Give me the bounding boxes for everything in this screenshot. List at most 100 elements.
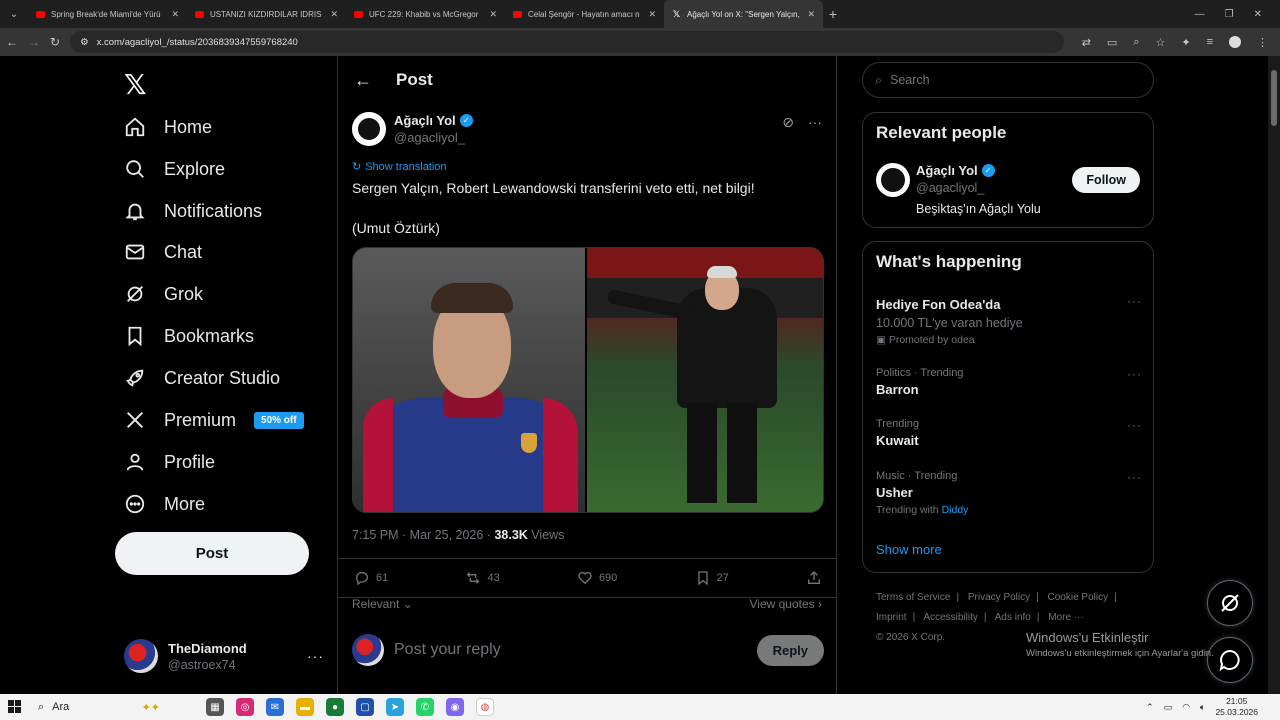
instagram-icon[interactable]: ◎ [236, 698, 254, 716]
show-translation-link[interactable]: ↻ Show translation [352, 160, 447, 174]
post-button[interactable]: Post [115, 532, 309, 575]
outlook-icon[interactable]: ✉ [266, 698, 284, 716]
profile-avatar[interactable] [1229, 36, 1241, 48]
whatsapp-icon[interactable]: ✆ [416, 698, 434, 716]
messages-floating-button[interactable] [1207, 637, 1253, 683]
back-arrow-icon[interactable]: ← [354, 70, 372, 91]
reply-button[interactable]: Reply [756, 634, 824, 666]
app-icon[interactable]: ▢ [356, 698, 374, 716]
person-name-row[interactable]: Ağaçlı Yol ✓ [916, 163, 995, 178]
reading-list-icon[interactable]: ≡ [1207, 36, 1213, 48]
cast-icon[interactable]: ▭ [1107, 36, 1117, 49]
like-action[interactable]: 690 [577, 570, 617, 586]
browser-tab-active[interactable]: 𝕏 Ağaçlı Yol on X: "Sergen Yalçın, ✕ [664, 0, 823, 28]
avatar[interactable] [876, 163, 910, 197]
browser-tab[interactable]: USTANIZI KIZDIRDILAR IDRIS U ✕ [187, 0, 346, 28]
close-tab-icon[interactable]: ✕ [648, 9, 656, 20]
telegram-icon[interactable]: ➤ [386, 698, 404, 716]
more-icon[interactable]: ··· [1127, 418, 1142, 432]
trend-item[interactable]: Politics · Trending Barron ··· [876, 367, 1142, 397]
browser-tab[interactable]: UFC 229: Khabib vs McGregor ✕ [346, 0, 505, 28]
new-tab-button[interactable]: + [823, 6, 843, 22]
author-name-row[interactable]: Ağaçlı Yol ✓ [394, 113, 473, 128]
task-view-icon[interactable]: ▦ [206, 698, 224, 716]
bookmark-action[interactable]: 27 [695, 570, 729, 586]
reply-action[interactable]: 61 [354, 570, 388, 586]
volume-icon[interactable]: 🔈︎ [1200, 702, 1205, 713]
chevron-up-icon[interactable]: ⌃ [1146, 702, 1154, 713]
close-tab-icon[interactable]: ✕ [807, 9, 815, 20]
follow-button[interactable]: Follow [1072, 167, 1140, 193]
taskbar-search[interactable]: ⌕ Ara ✦✦ [30, 697, 160, 717]
star-icon[interactable]: ☆ [1155, 36, 1165, 49]
footer-link[interactable]: Imprint [876, 612, 907, 623]
nav-item-profile[interactable]: Profile [124, 447, 215, 477]
reply-sort-dropdown[interactable]: Relevant ⌄ [352, 597, 413, 611]
grok-icon[interactable]: ⊘ [782, 114, 794, 131]
post-author[interactable]: Ağaçlı Yol ✓ @agacliyol_ [352, 112, 473, 146]
translate-icon[interactable]: ⇄ [1082, 36, 1091, 49]
url-field[interactable]: ⚙ x.com/agacliyol_/status/20368393475597… [70, 31, 1064, 53]
browser-tab[interactable]: Spring Break'de Miami'de Yürü ✕ [28, 0, 187, 28]
more-icon[interactable]: ··· [1127, 367, 1142, 381]
nav-item-more[interactable]: More [124, 489, 205, 519]
reload-icon[interactable]: ↻ [50, 35, 60, 49]
footer-link[interactable]: Accessibility [923, 612, 977, 623]
trending-with-link[interactable]: Diddy [942, 504, 969, 516]
view-quotes-link[interactable]: View quotes › [750, 597, 823, 611]
nav-item-premium[interactable]: Premium 50% off [124, 405, 304, 435]
nav-item-explore[interactable]: Explore [124, 154, 225, 184]
trend-item[interactable]: Music · Trending Usher Trending with Did… [876, 470, 1142, 516]
minimize-icon[interactable]: — [1195, 9, 1205, 20]
close-window-icon[interactable]: ✕ [1254, 9, 1262, 20]
account-switcher[interactable]: TheDiamond @astroex74 ··· [124, 636, 324, 676]
share-action[interactable] [806, 570, 822, 586]
footer-link[interactable]: Ads info [995, 612, 1031, 623]
tab-search-icon[interactable]: ⌄ [0, 0, 28, 28]
more-icon[interactable]: ··· [808, 114, 822, 131]
search-input[interactable]: ⌕ Search [862, 62, 1154, 98]
show-more-link[interactable]: Show more [876, 542, 942, 557]
grok-floating-button[interactable] [1207, 580, 1253, 626]
back-icon[interactable]: ← [6, 35, 18, 49]
extensions-icon[interactable]: ✦ [1181, 36, 1190, 49]
reply-input[interactable]: Post your reply [392, 641, 749, 659]
avatar[interactable] [352, 112, 386, 146]
photo-sergen-yalcin[interactable] [587, 248, 823, 512]
footer-link[interactable]: More ··· [1048, 612, 1084, 623]
wifi-icon[interactable]: ◠ [1182, 702, 1190, 713]
zoom-icon[interactable]: ⌕ [1133, 36, 1139, 49]
site-info-icon[interactable]: ⚙ [80, 37, 89, 48]
nav-item-bookmarks[interactable]: Bookmarks [124, 321, 254, 351]
nav-item-notifications[interactable]: Notifications [124, 196, 262, 226]
repost-action[interactable]: 43 [465, 570, 500, 586]
chrome-icon[interactable]: ◍ [476, 698, 494, 716]
post-timestamp[interactable]: 7:15 PM · Mar 25, 2026 · [352, 528, 494, 542]
nav-item-grok[interactable]: Grok [124, 279, 203, 309]
photo-lewandowski[interactable] [353, 248, 588, 512]
forward-icon[interactable]: → [28, 35, 40, 49]
post-media[interactable] [352, 247, 824, 513]
nav-item-chat[interactable]: Chat [124, 237, 202, 267]
battery-icon[interactable]: ▭ [1164, 702, 1173, 713]
xbox-icon[interactable]: ● [326, 698, 344, 716]
close-tab-icon[interactable]: ✕ [330, 9, 338, 20]
page-scrollbar[interactable] [1268, 56, 1280, 694]
scrollbar-thumb[interactable] [1271, 70, 1277, 126]
nav-item-home[interactable]: Home [124, 112, 212, 142]
trend-item[interactable]: Hediye Fon Odea'da 10.000 TL'ye varan he… [876, 294, 1142, 346]
menu-icon[interactable]: ⋮ [1257, 36, 1268, 49]
file-explorer-icon[interactable]: ▬ [296, 698, 314, 716]
taskbar-clock[interactable]: 21:05 25.03.2026 [1215, 696, 1258, 718]
restore-icon[interactable]: ❐ [1225, 9, 1234, 20]
browser-tab[interactable]: Celal Şengör - Hayatın amacı n ✕ [505, 0, 664, 28]
trend-item[interactable]: Trending Kuwait ··· [876, 418, 1142, 448]
footer-link[interactable]: Privacy Policy [968, 592, 1030, 603]
more-icon[interactable]: ··· [1127, 294, 1142, 308]
start-button[interactable] [0, 700, 30, 714]
close-tab-icon[interactable]: ✕ [489, 9, 497, 20]
more-icon[interactable]: ··· [1127, 470, 1142, 484]
close-tab-icon[interactable]: ✕ [171, 9, 179, 20]
x-logo[interactable]: 𝕏 [124, 68, 147, 101]
discord-icon[interactable]: ◉ [446, 698, 464, 716]
